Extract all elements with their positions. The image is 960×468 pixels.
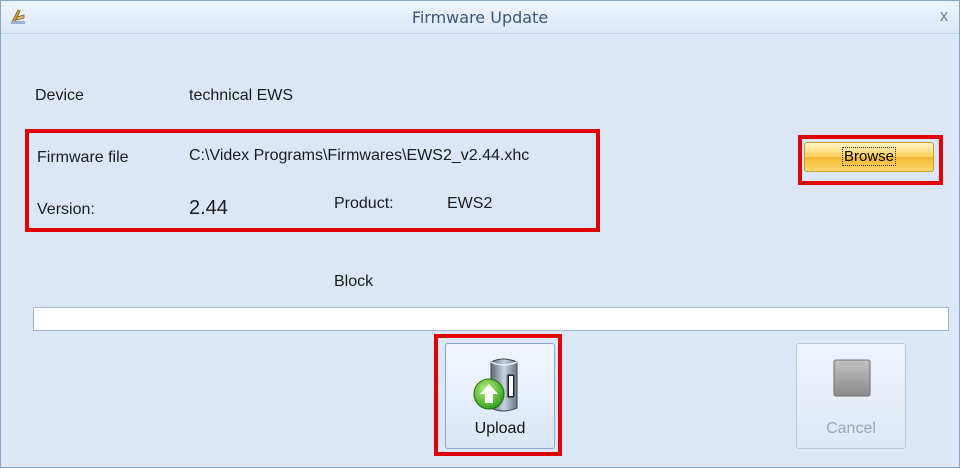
block-label: Block — [334, 273, 374, 290]
device-label: Device — [35, 87, 84, 104]
browse-button[interactable]: Browse — [804, 142, 934, 172]
version-value: 2.44 — [189, 197, 228, 219]
stop-icon — [833, 359, 871, 397]
browse-button-label: Browse — [841, 147, 897, 166]
close-icon[interactable]: x — [933, 5, 955, 27]
upload-progress-bar — [33, 307, 949, 331]
device-value: technical EWS — [189, 87, 294, 104]
cancel-button[interactable]: Cancel — [796, 343, 906, 449]
product-label: Product: — [334, 195, 394, 212]
firmware-update-window: Firmware Update x Device technical EWS F… — [0, 0, 960, 468]
version-label: Version: — [37, 201, 95, 218]
window-title: Firmware Update — [411, 8, 549, 27]
product-value: EWS2 — [447, 195, 493, 212]
firmware-info-highlight — [25, 129, 600, 232]
upload-server-icon — [473, 358, 518, 412]
cancel-button-label: Cancel — [826, 420, 876, 437]
title-bar: Firmware Update x — [1, 1, 959, 34]
upload-button-label: Upload — [474, 420, 526, 437]
firmware-file-path: C:\Videx Programs\Firmwares\EWS2_v2.44.x… — [189, 147, 530, 164]
upload-button[interactable]: Upload — [445, 343, 555, 449]
firmware-file-label: Firmware file — [37, 149, 129, 166]
